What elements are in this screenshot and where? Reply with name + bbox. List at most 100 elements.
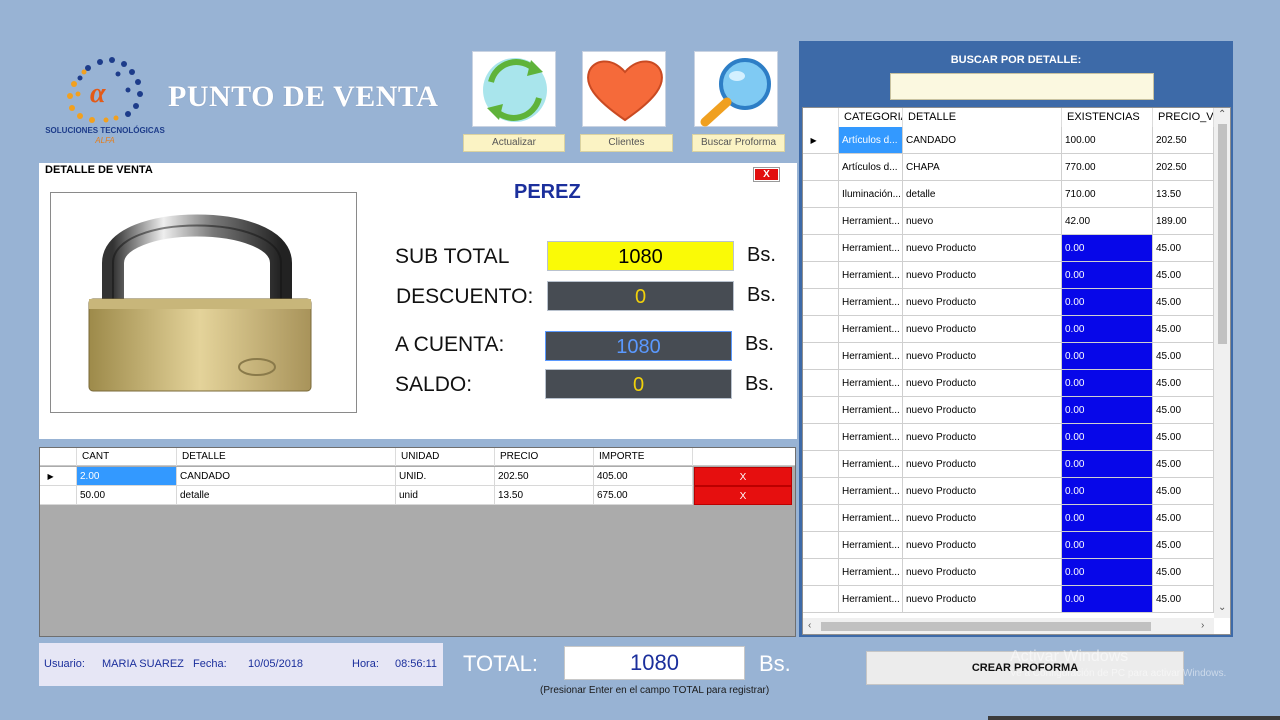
product-detalle[interactable]: nuevo <box>903 208 1062 235</box>
product-precio[interactable]: 45.00 <box>1153 505 1214 532</box>
search-proforma-button[interactable] <box>694 51 778 127</box>
search-proforma-label[interactable]: Buscar Proforma <box>692 134 785 152</box>
product-categoria[interactable]: Herramient... <box>839 424 903 451</box>
product-detalle[interactable]: nuevo Producto <box>903 370 1062 397</box>
product-categoria[interactable]: Herramient... <box>839 478 903 505</box>
product-existencias[interactable]: 100.00 <box>1062 127 1153 154</box>
product-detalle[interactable]: nuevo Producto <box>903 316 1062 343</box>
product-detalle[interactable]: detalle <box>903 181 1062 208</box>
product-detalle[interactable]: nuevo Producto <box>903 532 1062 559</box>
product-categoria[interactable]: Herramient... <box>839 397 903 424</box>
table-row-importe[interactable]: 675.00 <box>594 486 693 505</box>
delete-row-button[interactable]: X <box>694 467 792 486</box>
product-precio[interactable]: 13.50 <box>1153 181 1214 208</box>
header-detalle[interactable]: DETALLE <box>903 108 1062 127</box>
product-existencias[interactable]: 770.00 <box>1062 154 1153 181</box>
product-categoria[interactable]: Herramient... <box>839 370 903 397</box>
table-row-unidad[interactable]: UNID. <box>396 467 495 486</box>
product-categoria[interactable]: Herramient... <box>839 451 903 478</box>
clients-button[interactable] <box>582 51 666 127</box>
product-categoria[interactable]: Herramient... <box>839 559 903 586</box>
product-categoria[interactable]: Artículos d... <box>839 127 903 154</box>
product-categoria[interactable]: Herramient... <box>839 316 903 343</box>
header-precio[interactable]: PRECIO <box>495 448 594 466</box>
table-row-precio[interactable]: 202.50 <box>495 467 594 486</box>
product-existencias[interactable]: 0.00 <box>1062 424 1153 451</box>
vertical-scrollbar[interactable]: ⌃ ⌄ <box>1214 108 1230 618</box>
product-precio[interactable]: 202.50 <box>1153 154 1214 181</box>
table-row-precio[interactable]: 13.50 <box>495 486 594 505</box>
scroll-down-icon[interactable]: ⌄ <box>1218 602 1226 613</box>
product-detalle[interactable]: nuevo Producto <box>903 235 1062 262</box>
product-categoria[interactable]: Herramient... <box>839 505 903 532</box>
header-unidad[interactable]: UNIDAD <box>396 448 495 466</box>
products-table[interactable]: CATEGORIA DETALLE EXISTENCIAS PRECIO_VE … <box>802 107 1231 635</box>
scroll-right-icon[interactable]: › <box>1201 620 1204 631</box>
product-detalle[interactable]: nuevo Producto <box>903 451 1062 478</box>
subtotal-field[interactable]: 1080 <box>547 241 734 271</box>
product-precio[interactable]: 202.50 <box>1153 127 1214 154</box>
sale-items-table[interactable]: CANT DETALLE UNIDAD PRECIO IMPORTE ▶ 2.0… <box>39 447 796 637</box>
header-existencias[interactable]: EXISTENCIAS <box>1062 108 1153 127</box>
product-categoria[interactable]: Herramient... <box>839 343 903 370</box>
product-existencias[interactable]: 0.00 <box>1062 586 1153 613</box>
search-input[interactable] <box>890 73 1154 100</box>
header-cant[interactable]: CANT <box>77 448 177 466</box>
descuento-field[interactable]: 0 <box>547 281 734 311</box>
product-precio[interactable]: 45.00 <box>1153 397 1214 424</box>
scroll-up-icon[interactable]: ⌃ <box>1218 109 1226 120</box>
table-row-unidad[interactable]: unid <box>396 486 495 505</box>
product-precio[interactable]: 45.00 <box>1153 370 1214 397</box>
header-importe[interactable]: IMPORTE <box>594 448 693 466</box>
header-detalle[interactable]: DETALLE <box>177 448 396 466</box>
table-row-cant[interactable]: 50.00 <box>77 486 177 505</box>
product-existencias[interactable]: 0.00 <box>1062 235 1153 262</box>
header-precio[interactable]: PRECIO_VE <box>1153 108 1214 127</box>
product-existencias[interactable]: 0.00 <box>1062 532 1153 559</box>
product-detalle[interactable]: CANDADO <box>903 127 1062 154</box>
product-precio[interactable]: 45.00 <box>1153 478 1214 505</box>
product-detalle[interactable]: nuevo Producto <box>903 424 1062 451</box>
product-existencias[interactable]: 0.00 <box>1062 397 1153 424</box>
product-existencias[interactable]: 0.00 <box>1062 505 1153 532</box>
product-detalle[interactable]: nuevo Producto <box>903 397 1062 424</box>
product-detalle[interactable]: nuevo Producto <box>903 559 1062 586</box>
product-existencias[interactable]: 0.00 <box>1062 289 1153 316</box>
product-detalle[interactable]: CHAPA <box>903 154 1062 181</box>
product-precio[interactable]: 189.00 <box>1153 208 1214 235</box>
product-categoria[interactable]: Herramient... <box>839 532 903 559</box>
refresh-button[interactable] <box>472 51 556 127</box>
scroll-thumb[interactable] <box>821 622 1151 631</box>
horizontal-scrollbar[interactable]: ‹ › <box>803 618 1214 634</box>
product-precio[interactable]: 45.00 <box>1153 532 1214 559</box>
product-detalle[interactable]: nuevo Producto <box>903 343 1062 370</box>
delete-row-button[interactable]: X <box>694 486 792 505</box>
product-precio[interactable]: 45.00 <box>1153 316 1214 343</box>
product-categoria[interactable]: Artículos d... <box>839 154 903 181</box>
product-existencias[interactable]: 0.00 <box>1062 478 1153 505</box>
scroll-thumb[interactable] <box>1218 124 1227 344</box>
product-precio[interactable]: 45.00 <box>1153 424 1214 451</box>
product-categoria[interactable]: Herramient... <box>839 586 903 613</box>
header-categoria[interactable]: CATEGORIA <box>839 108 903 127</box>
product-categoria[interactable]: Herramient... <box>839 235 903 262</box>
product-categoria[interactable]: Herramient... <box>839 208 903 235</box>
table-row-cant[interactable]: 2.00 <box>77 467 177 486</box>
product-categoria[interactable]: Herramient... <box>839 262 903 289</box>
product-existencias[interactable]: 0.00 <box>1062 316 1153 343</box>
scroll-left-icon[interactable]: ‹ <box>808 620 811 631</box>
product-existencias[interactable]: 0.00 <box>1062 262 1153 289</box>
product-existencias[interactable]: 42.00 <box>1062 208 1153 235</box>
product-detalle[interactable]: nuevo Producto <box>903 262 1062 289</box>
close-button[interactable]: X <box>753 167 780 182</box>
product-precio[interactable]: 45.00 <box>1153 289 1214 316</box>
clients-label[interactable]: Clientes <box>580 134 673 152</box>
product-detalle[interactable]: nuevo Producto <box>903 289 1062 316</box>
product-existencias[interactable]: 0.00 <box>1062 559 1153 586</box>
product-existencias[interactable]: 0.00 <box>1062 451 1153 478</box>
product-categoria[interactable]: Iluminación... <box>839 181 903 208</box>
table-row-detalle[interactable]: detalle <box>177 486 396 505</box>
saldo-field[interactable]: 0 <box>545 369 732 399</box>
product-existencias[interactable]: 710.00 <box>1062 181 1153 208</box>
product-existencias[interactable]: 0.00 <box>1062 343 1153 370</box>
